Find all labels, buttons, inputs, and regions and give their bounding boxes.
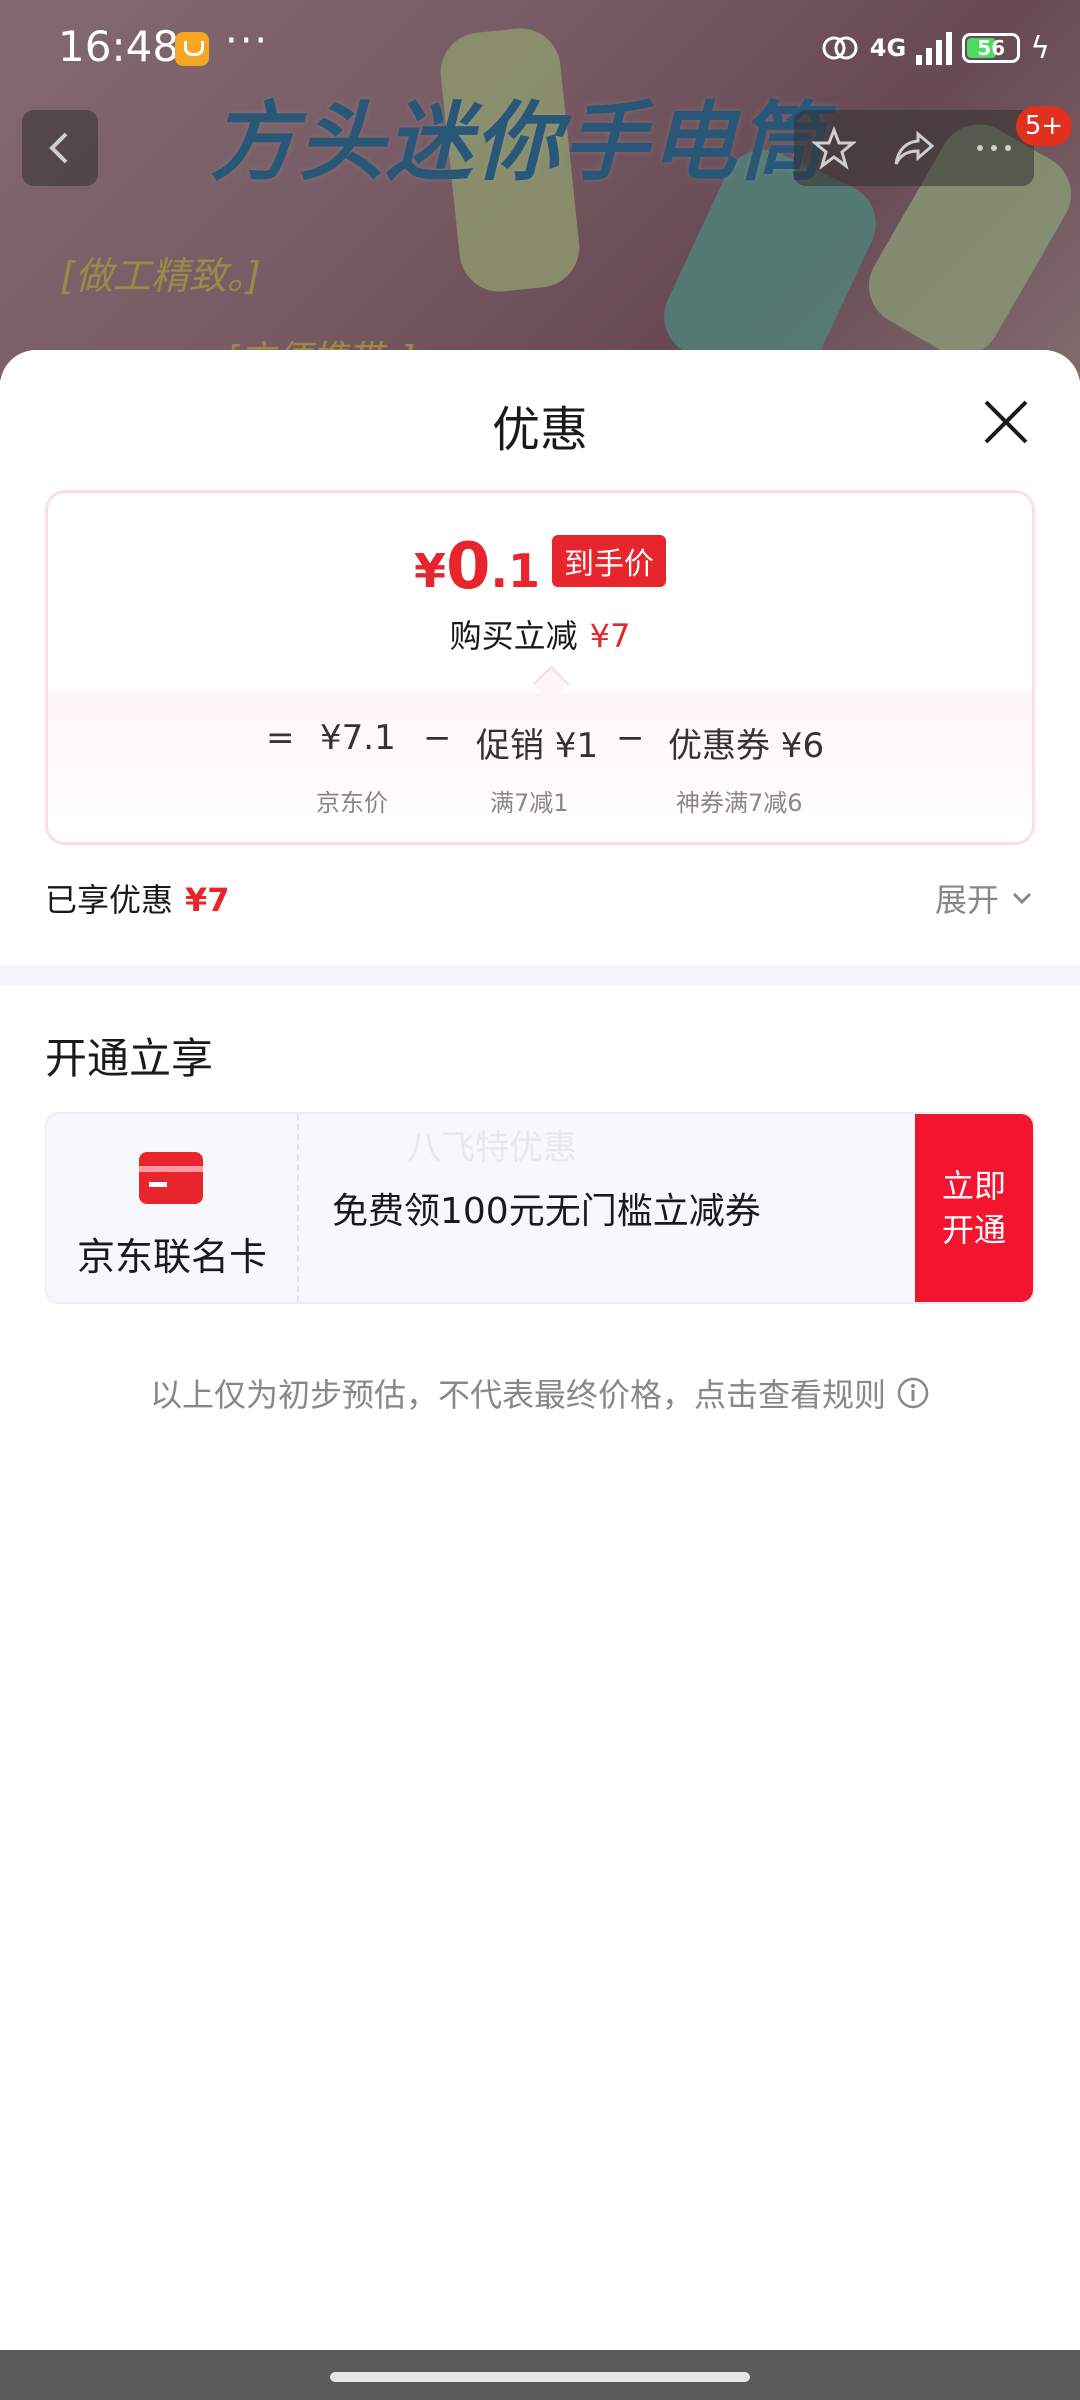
instant-discount-label: 购买立减 [449,617,578,655]
sheet-title: 优惠 [491,402,588,458]
open-card-button[interactable]: 立即开通 [915,1114,1033,1302]
status-time: 16:48 [58,22,180,71]
expand-label: 展开 [934,881,999,919]
currency-symbol: ¥ [413,544,446,598]
app-notification-icon [175,32,209,66]
applied-discount-amount: ¥7 [185,881,230,919]
more-dots-icon [977,145,1011,151]
price-breakdown-card: ¥ 0 .1 到手价 购买立减 ¥7 = ¥7.1 京东价 − 促销 ¥1 满7减… [45,490,1035,845]
applied-discount-label: 已享优惠 [45,881,174,919]
system-navigation-bar [0,2350,1080,2400]
section-divider [0,965,1080,985]
card-watermark: 八飞特优惠 [407,1128,577,1168]
credit-card-icon [139,1152,203,1204]
card-info: 京东联名卡 [47,1114,299,1302]
co-brand-card-offer[interactable]: 京东联名卡 八飞特优惠 免费领100元无门槛立减券 立即开通 [45,1112,1035,1304]
share-button[interactable] [892,126,936,170]
info-icon [897,1377,929,1409]
jd-price-label: 京东价 [316,789,388,817]
final-price-row: ¥ 0 .1 到手价 [48,533,1032,601]
instant-discount-amount: ¥7 [589,617,631,655]
applied-discount: 已享优惠 ¥7 [45,875,230,921]
disclaimer-text: 以上仅为初步预估，不代表最终价格，点击查看规则 [149,1376,886,1414]
status-indicators: 4G 56 ϟ [820,28,1050,68]
coupon-value: 优惠券 ¥6 [668,726,825,766]
card-name: 京东联名卡 [76,1235,267,1279]
open-section-title: 开通立享 [45,1034,214,1083]
cart-count-badge: 5+ [1016,106,1072,146]
price-integer: 0 [446,530,491,604]
instant-discount: 购买立减 ¥7 [48,611,1032,657]
final-price: ¥ 0 .1 [414,533,540,601]
battery-icon: 56 [962,33,1021,63]
back-button[interactable] [22,110,98,186]
battery-level: 56 [977,36,1006,60]
coupon-label: 神券满7减6 [676,789,803,817]
calc-equals: = [266,718,295,758]
more-button[interactable] [972,126,1016,170]
price-decimal: .1 [490,544,541,598]
jd-price-value: ¥7.1 [320,718,396,758]
chevron-down-icon [1012,892,1032,905]
home-indicator[interactable] [330,2372,750,2382]
promo-value: 促销 ¥1 [476,726,599,766]
close-button[interactable] [974,390,1038,454]
share-icon [894,130,935,165]
final-price-badge: 到手价 [552,535,667,587]
close-icon [984,400,1028,444]
card-offer-description: 免费领100元无门槛立减券 [332,1191,761,1232]
hd-call-icon [822,36,858,60]
open-card-button-label: 立即开通 [941,1167,1006,1249]
expand-button[interactable]: 展开 [935,875,1035,921]
charging-icon: ϟ [1030,30,1050,66]
calc-minus: − [616,718,645,758]
top-action-group [794,110,1034,186]
promo-label: 满7减1 [490,789,569,817]
status-bar: 16:48 ··· 4G 56 ϟ [0,0,1080,100]
network-type-label: 4G [869,34,907,62]
price-rules-link[interactable]: 以上仅为初步预估，不代表最终价格，点击查看规则 [0,1370,1080,1416]
more-notifications-icon: ··· [225,18,270,64]
star-icon [812,126,856,170]
signal-strength-icon [916,31,953,65]
calc-minus: − [423,718,452,758]
back-arrow-icon [49,132,68,164]
discount-sheet: 优惠 ¥ 0 .1 到手价 购买立减 ¥7 = ¥7.1 京东价 − 促销 ¥1 … [0,350,1080,2350]
favorite-button[interactable] [812,126,856,170]
